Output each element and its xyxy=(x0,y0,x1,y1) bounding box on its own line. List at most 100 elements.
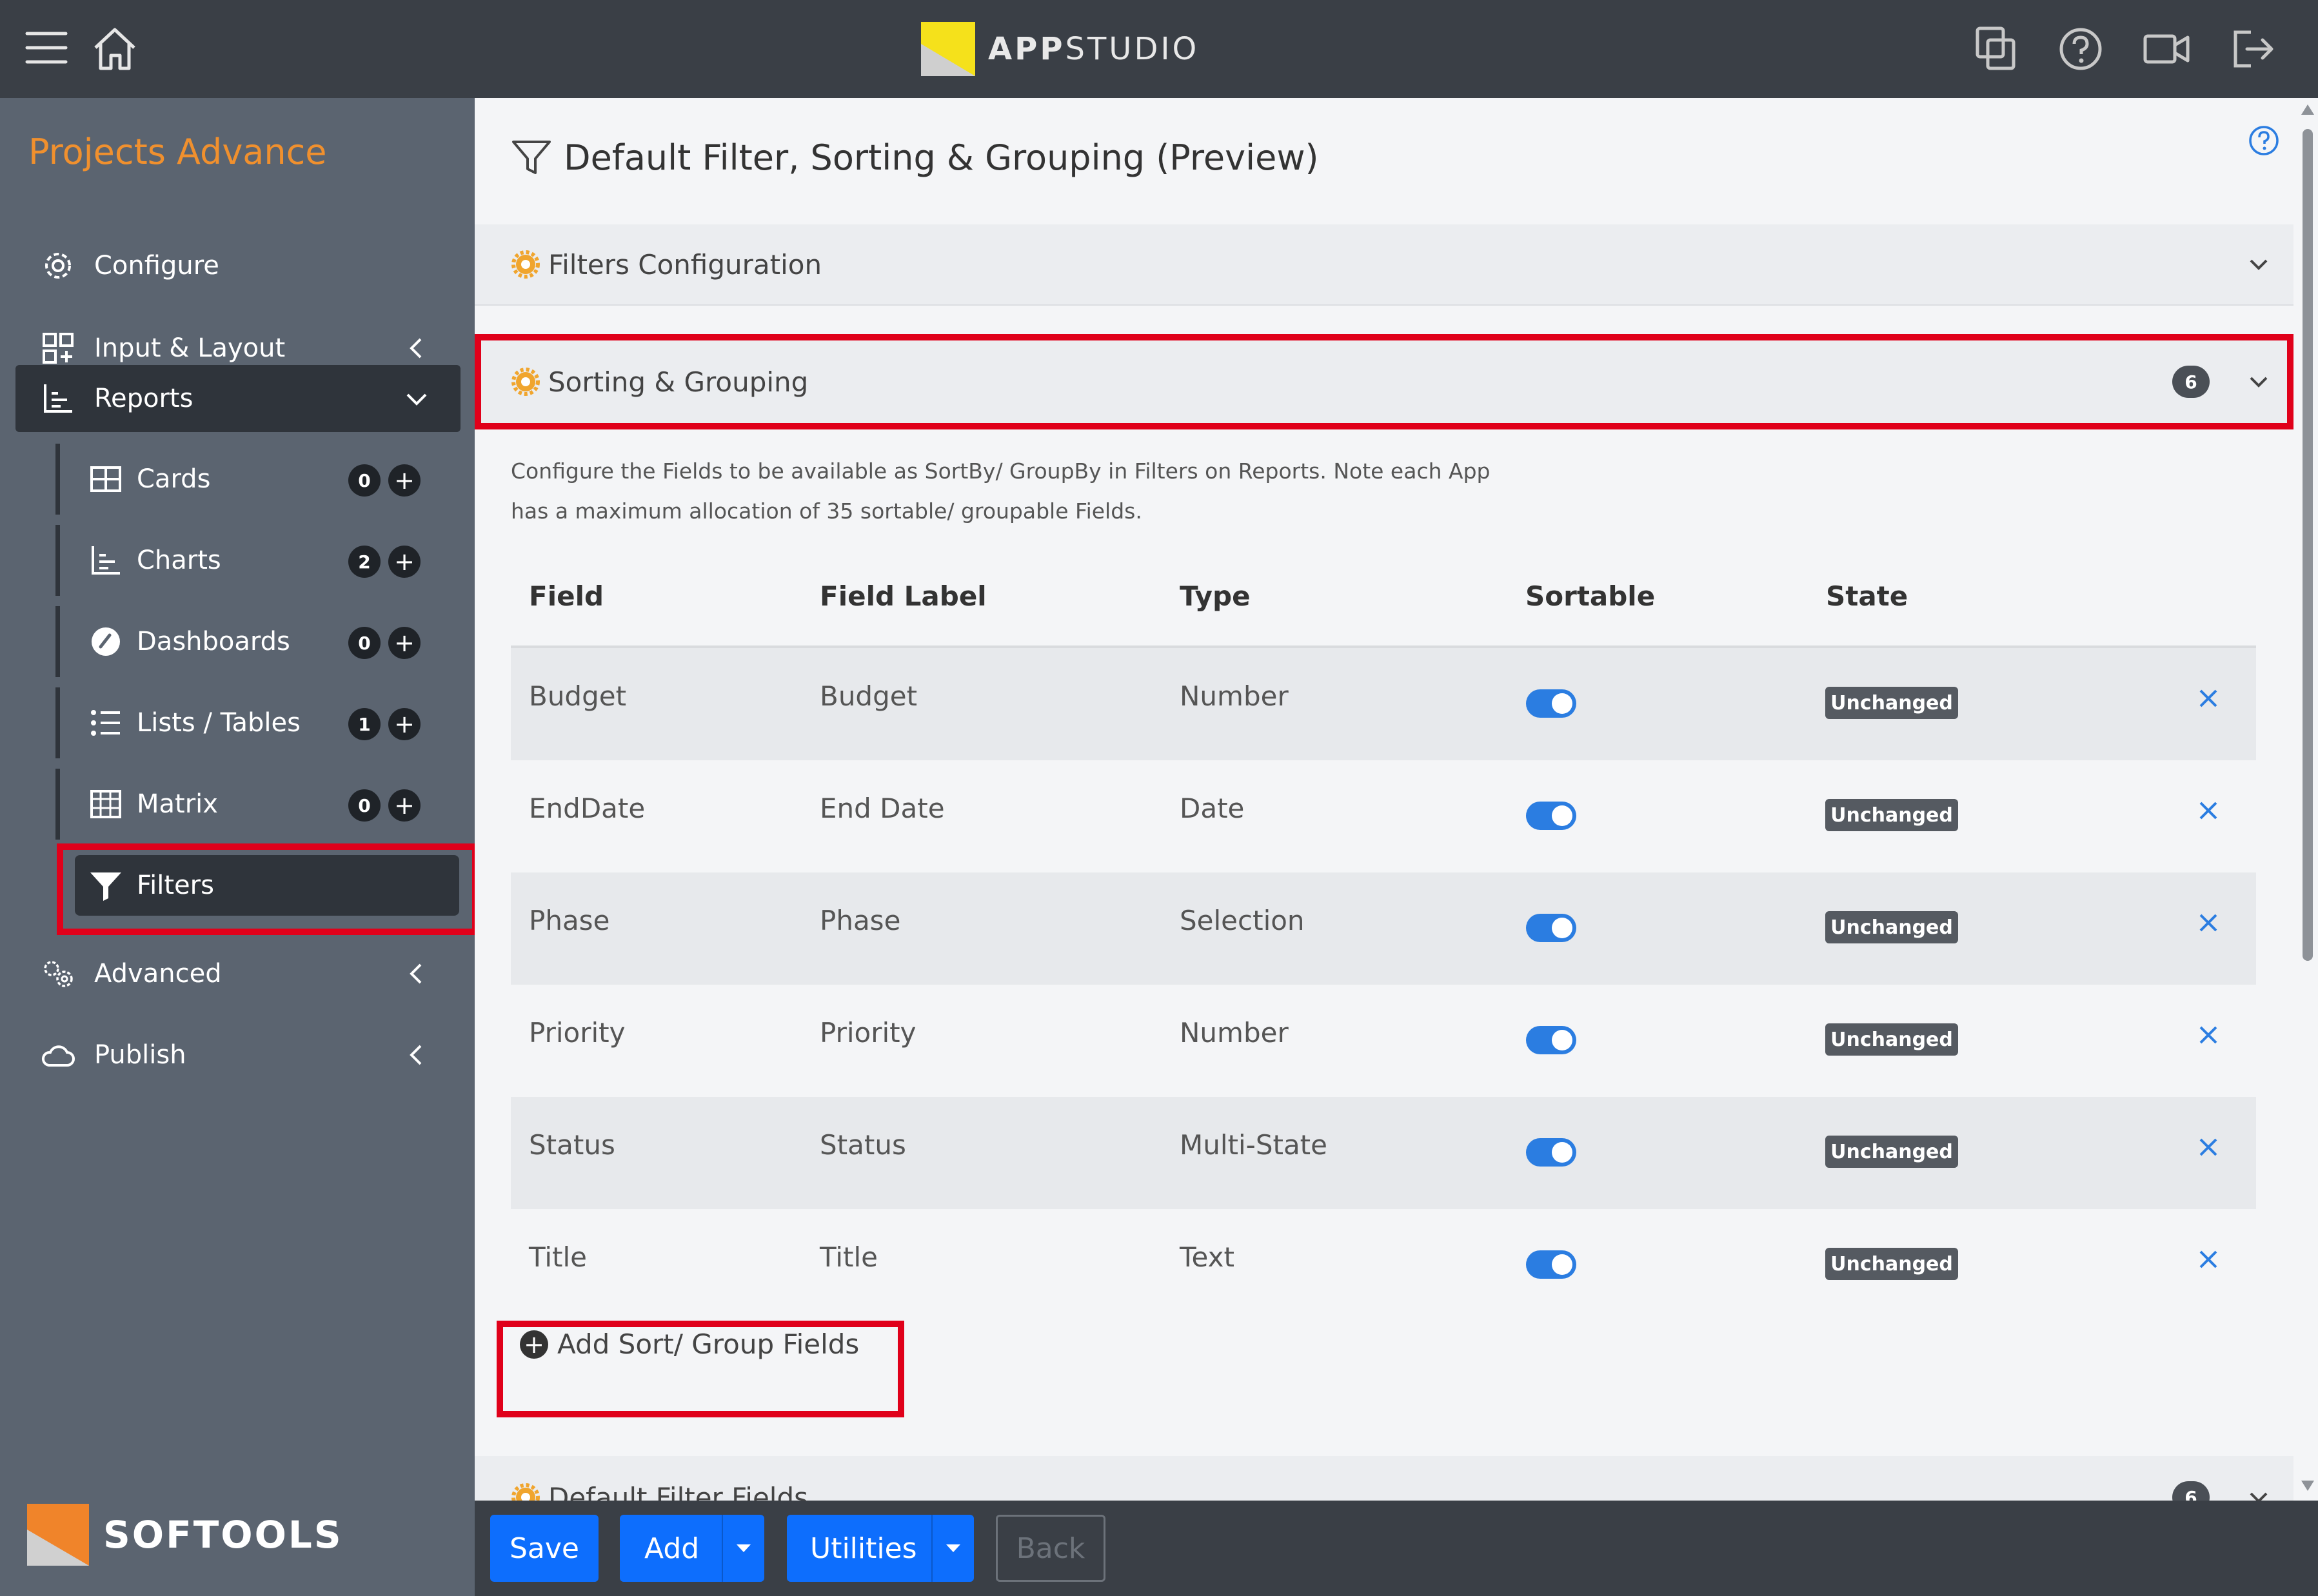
count-badge: 2 xyxy=(348,546,381,578)
highlight-box xyxy=(57,843,479,935)
utilities-dropdown-caret-icon[interactable] xyxy=(931,1515,974,1582)
bar-chart-icon xyxy=(40,380,76,417)
sidebar-item-label: Configure xyxy=(94,251,219,281)
cards-grid-icon xyxy=(88,461,124,497)
bottom-toolbar: Save Add Utilities Back xyxy=(475,1501,2318,1596)
state-badge: Unchanged xyxy=(1825,1248,1958,1280)
table-row: Status Status Multi-State Unchanged xyxy=(511,1097,2256,1209)
main-scrollbar[interactable] xyxy=(2297,98,2318,1501)
copy-app-icon[interactable] xyxy=(1971,25,2023,74)
remove-icon[interactable] xyxy=(2192,1018,2225,1052)
add-matrix-button[interactable]: + xyxy=(388,789,421,822)
chevron-down-icon xyxy=(2244,1483,2273,1501)
gauge-icon xyxy=(88,624,124,660)
sidebar-subitem-charts[interactable]: Charts 2 + xyxy=(55,525,468,596)
sortable-toggle[interactable] xyxy=(1526,802,1576,830)
highlight-box xyxy=(475,334,2293,429)
table-row: Title Title Text Unchanged xyxy=(511,1209,2256,1321)
sortable-toggle[interactable] xyxy=(1526,1026,1576,1054)
sidebar-item-label: Input & Layout xyxy=(94,333,286,363)
sidebar-subitem-label: Dashboards xyxy=(137,627,290,656)
home-icon[interactable] xyxy=(90,25,142,74)
table-row: Budget Budget Number Unchanged xyxy=(511,648,2256,760)
gear-icon xyxy=(511,250,540,279)
field-label: Phase xyxy=(820,905,901,936)
add-button[interactable]: Add xyxy=(620,1515,764,1582)
field-label: Budget xyxy=(820,680,918,712)
help-circle-icon[interactable] xyxy=(2055,25,2106,74)
scroll-down-arrow-icon[interactable] xyxy=(2301,1481,2314,1491)
remove-icon[interactable] xyxy=(2192,906,2225,940)
page-title: Default Filter, Sorting & Grouping (Prev… xyxy=(511,137,1319,178)
sortable-toggle[interactable] xyxy=(1526,689,1576,718)
sidebar-subitem-label: Charts xyxy=(137,546,221,575)
table-row: EndDate End Date Date Unchanged xyxy=(511,760,2256,872)
sidebar-item-label: Advanced xyxy=(94,959,222,989)
help-icon[interactable] xyxy=(2247,124,2281,157)
field-type: Number xyxy=(1180,1017,1289,1049)
field-name: Title xyxy=(529,1241,588,1273)
sidebar-item-configure[interactable]: Configure xyxy=(15,232,461,299)
top-bar: APPSTUDIO xyxy=(0,0,2318,98)
state-badge: Unchanged xyxy=(1825,1136,1958,1168)
accordion-label: Default Filter Fields xyxy=(548,1481,808,1501)
field-name: Status xyxy=(529,1129,615,1161)
remove-icon[interactable] xyxy=(2192,1243,2225,1276)
sidebar-item-reports[interactable]: Reports xyxy=(15,365,461,432)
state-badge: Unchanged xyxy=(1825,911,1958,943)
scroll-up-arrow-icon[interactable] xyxy=(2301,104,2314,115)
sidebar-subitem-label: Lists / Tables xyxy=(137,708,301,738)
accordion-label: Filters Configuration xyxy=(548,248,822,281)
sortable-toggle[interactable] xyxy=(1526,1138,1576,1167)
softools-logo-mark xyxy=(27,1504,89,1566)
sidebar-subitem-dashboards[interactable]: Dashboards 0 + xyxy=(55,606,468,677)
chevron-down-icon xyxy=(402,384,431,413)
sidebar-item-label: Publish xyxy=(94,1040,186,1070)
field-label: End Date xyxy=(820,793,945,824)
hamburger-menu-icon[interactable] xyxy=(23,25,75,74)
sortable-toggle[interactable] xyxy=(1526,914,1576,942)
gear-icon xyxy=(40,248,76,284)
save-button[interactable]: Save xyxy=(490,1515,599,1582)
field-type: Multi-State xyxy=(1180,1129,1327,1161)
add-dashboard-button[interactable]: + xyxy=(388,627,421,659)
remove-icon[interactable] xyxy=(2192,1130,2225,1164)
table-row: Priority Priority Number Unchanged xyxy=(511,985,2256,1097)
count-badge: 0 xyxy=(348,627,381,659)
add-list-button[interactable]: + xyxy=(388,708,421,740)
video-camera-icon[interactable] xyxy=(2141,25,2193,74)
logout-icon[interactable] xyxy=(2229,25,2281,74)
count-badge: 0 xyxy=(348,464,381,497)
field-type: Date xyxy=(1180,793,1245,824)
add-card-button[interactable]: + xyxy=(388,464,421,497)
field-type: Number xyxy=(1180,680,1289,712)
chevron-down-icon xyxy=(2244,250,2273,279)
sidebar: Projects Advance Configure Input & Layou… xyxy=(0,98,479,1596)
utilities-button[interactable]: Utilities xyxy=(787,1515,974,1582)
sidebar-subitem-lists-tables[interactable]: Lists / Tables 1 + xyxy=(55,687,468,758)
column-header-type: Type xyxy=(1180,580,1251,612)
field-name: Budget xyxy=(529,680,627,712)
sidebar-subitem-label: Cards xyxy=(137,464,211,494)
remove-icon[interactable] xyxy=(2192,682,2225,715)
accordion-filters-configuration[interactable]: Filters Configuration xyxy=(475,224,2293,306)
sortable-toggle[interactable] xyxy=(1526,1250,1576,1279)
filter-outline-icon xyxy=(511,137,552,178)
gears-icon xyxy=(40,956,76,992)
sidebar-item-publish[interactable]: Publish xyxy=(15,1021,461,1089)
sidebar-subitem-cards[interactable]: Cards 0 + xyxy=(55,444,468,515)
remove-icon[interactable] xyxy=(2192,794,2225,827)
scrollbar-thumb[interactable] xyxy=(2303,129,2313,961)
column-header-field: Field xyxy=(529,580,604,612)
state-badge: Unchanged xyxy=(1825,687,1958,719)
sidebar-subitem-matrix[interactable]: Matrix 0 + xyxy=(55,769,468,840)
accordion-default-filter-fields[interactable]: Default Filter Fields 6 xyxy=(475,1456,2293,1501)
sidebar-subitem-label: Matrix xyxy=(137,789,218,819)
sidebar-item-advanced[interactable]: Advanced xyxy=(15,940,461,1007)
chevron-left-icon xyxy=(402,334,431,362)
softools-logo: SOFTOOLS xyxy=(27,1504,343,1566)
appstudio-logo: APPSTUDIO xyxy=(921,22,1199,76)
back-button[interactable]: Back xyxy=(996,1515,1105,1582)
add-dropdown-caret-icon[interactable] xyxy=(722,1515,764,1582)
add-chart-button[interactable]: + xyxy=(388,546,421,578)
